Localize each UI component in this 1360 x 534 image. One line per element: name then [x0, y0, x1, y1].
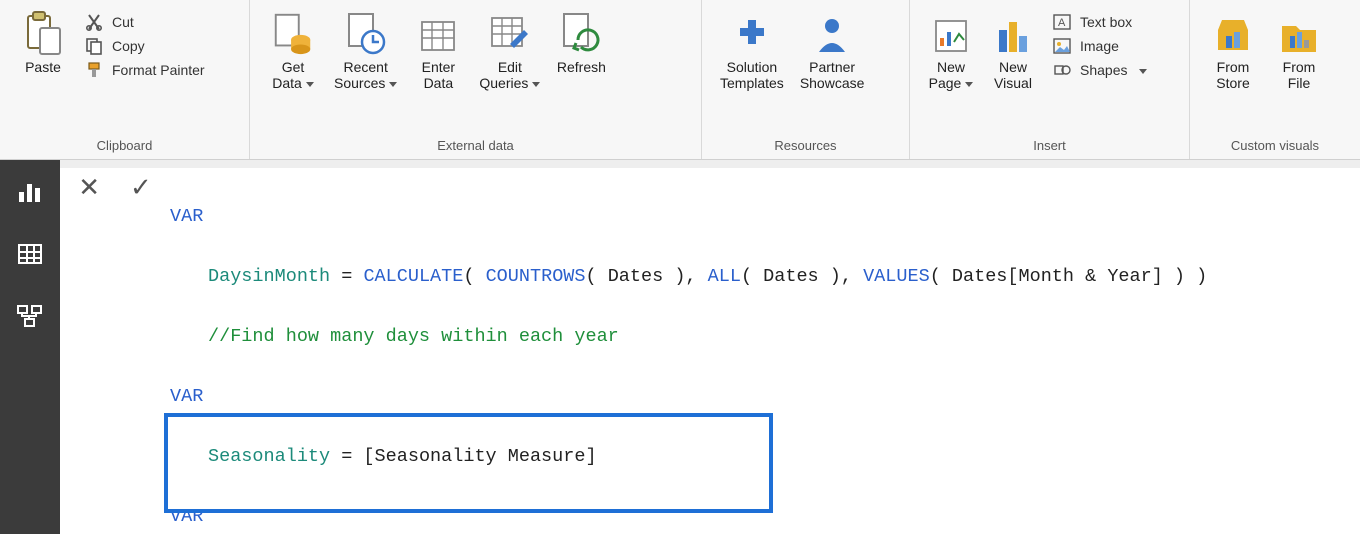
caret-icon — [961, 75, 973, 91]
new-visual-button[interactable]: New Visual — [982, 6, 1044, 93]
dax-keyword: VAR — [170, 386, 203, 407]
caret-icon — [302, 75, 314, 91]
copy-icon — [84, 37, 104, 55]
paste-button[interactable]: Paste — [10, 6, 76, 77]
new-page-label: New Page — [929, 59, 965, 91]
group-clipboard-label: Clipboard — [0, 134, 249, 159]
recent-sources-icon — [343, 10, 389, 56]
cut-button[interactable]: Cut — [78, 10, 211, 34]
group-resources: Solution Templates Partner Showcase Reso… — [702, 0, 910, 159]
dax-comment: //Find how many days within each year — [208, 326, 619, 347]
shapes-button[interactable]: Shapes — [1046, 58, 1153, 82]
shapes-icon — [1052, 61, 1072, 79]
get-data-label: Get Data — [272, 59, 304, 91]
text-box-icon: A — [1052, 13, 1072, 31]
dax-keyword: VAR — [170, 206, 203, 227]
caret-icon — [1135, 62, 1147, 78]
solution-templates-label: Solution Templates — [720, 59, 784, 91]
nav-report[interactable] — [14, 178, 46, 206]
image-label: Image — [1080, 38, 1119, 54]
dax-function: COUNTROWS — [486, 266, 586, 287]
from-store-label: From Store — [1216, 59, 1249, 91]
group-external-data: Get Data Recent Sources Enter Data Edit … — [250, 0, 702, 159]
cut-label: Cut — [112, 14, 134, 30]
paste-label: Paste — [25, 59, 61, 75]
partner-showcase-icon — [809, 10, 855, 56]
dax-keyword: VAR — [170, 506, 203, 527]
refresh-button[interactable]: Refresh — [548, 6, 614, 77]
new-visual-label: New Visual — [994, 59, 1032, 91]
partner-showcase-button[interactable]: Partner Showcase — [792, 6, 873, 93]
format-painter-button[interactable]: Format Painter — [78, 58, 211, 82]
nav-data[interactable] — [14, 240, 46, 268]
accept-button[interactable]: ✓ — [130, 172, 152, 203]
copy-label: Copy — [112, 38, 145, 54]
dax-identifier: Seasonality — [208, 446, 330, 467]
image-icon — [1052, 37, 1072, 55]
cancel-button[interactable]: ✕ — [78, 172, 100, 203]
dax-function: ALL — [708, 266, 741, 287]
recent-sources-button[interactable]: Recent Sources — [326, 6, 405, 93]
new-page-button[interactable]: New Page — [920, 6, 982, 93]
report-canvas: Allo City Na Au Ch ✕ ✓ VAR DaysinMonth =… — [60, 160, 1360, 534]
enter-data-icon — [415, 10, 461, 56]
paste-icon — [20, 10, 66, 56]
text-box-button[interactable]: A Text box — [1046, 10, 1153, 34]
enter-data-button[interactable]: Enter Data — [405, 6, 471, 93]
from-store-icon — [1210, 10, 1256, 56]
dax-identifier: DaysinMonth — [208, 266, 330, 287]
image-button[interactable]: Image — [1046, 34, 1153, 58]
nav-model[interactable] — [14, 302, 46, 330]
copy-button[interactable]: Copy — [78, 34, 211, 58]
refresh-label: Refresh — [557, 59, 606, 75]
new-page-icon — [928, 10, 974, 56]
new-visual-icon — [990, 10, 1036, 56]
text-box-label: Text box — [1080, 14, 1132, 30]
caret-icon — [385, 75, 397, 91]
group-insert: New Page New Visual A Text box — [910, 0, 1190, 159]
group-clipboard: Paste Cut Copy — [0, 0, 250, 159]
caret-icon — [528, 75, 540, 91]
dax-function: CALCULATE — [363, 266, 463, 287]
formula-editor[interactable]: VAR DaysinMonth = CALCULATE( COUNTROWS( … — [170, 168, 1360, 534]
refresh-icon — [558, 10, 604, 56]
from-file-label: From File — [1283, 59, 1316, 91]
formula-bar-controls: ✕ ✓ — [60, 168, 170, 534]
recent-sources-label: Recent Sources — [334, 59, 388, 91]
svg-text:A: A — [1058, 17, 1066, 29]
edit-queries-button[interactable]: Edit Queries — [471, 6, 548, 93]
edit-queries-icon — [487, 10, 533, 56]
get-data-button[interactable]: Get Data — [260, 6, 326, 93]
group-external-data-label: External data — [250, 134, 701, 159]
get-data-icon — [270, 10, 316, 56]
group-resources-label: Resources — [702, 134, 909, 159]
left-nav — [0, 160, 60, 534]
enter-data-label: Enter Data — [422, 59, 455, 91]
format-painter-label: Format Painter — [112, 62, 205, 78]
cut-icon — [84, 13, 104, 31]
solution-templates-icon — [729, 10, 775, 56]
from-file-button[interactable]: From File — [1266, 6, 1332, 93]
formula-bar: ✕ ✓ VAR DaysinMonth = CALCULATE( COUNTRO… — [60, 168, 1360, 534]
shapes-label: Shapes — [1080, 62, 1127, 78]
group-insert-label: Insert — [910, 134, 1189, 159]
dax-function: VALUES — [863, 266, 930, 287]
from-file-icon — [1276, 10, 1322, 56]
format-painter-icon — [84, 61, 104, 79]
group-custom-visuals-label: Custom visuals — [1190, 134, 1360, 159]
partner-showcase-label: Partner Showcase — [800, 59, 865, 91]
edit-queries-label: Edit Queries — [479, 59, 528, 91]
content-area: Allo City Na Au Ch ✕ ✓ VAR DaysinMonth =… — [0, 160, 1360, 534]
ribbon: Paste Cut Copy — [0, 0, 1360, 160]
group-custom-visuals: From Store From File Custom visuals — [1190, 0, 1360, 159]
from-store-button[interactable]: From Store — [1200, 6, 1266, 93]
solution-templates-button[interactable]: Solution Templates — [712, 6, 792, 93]
